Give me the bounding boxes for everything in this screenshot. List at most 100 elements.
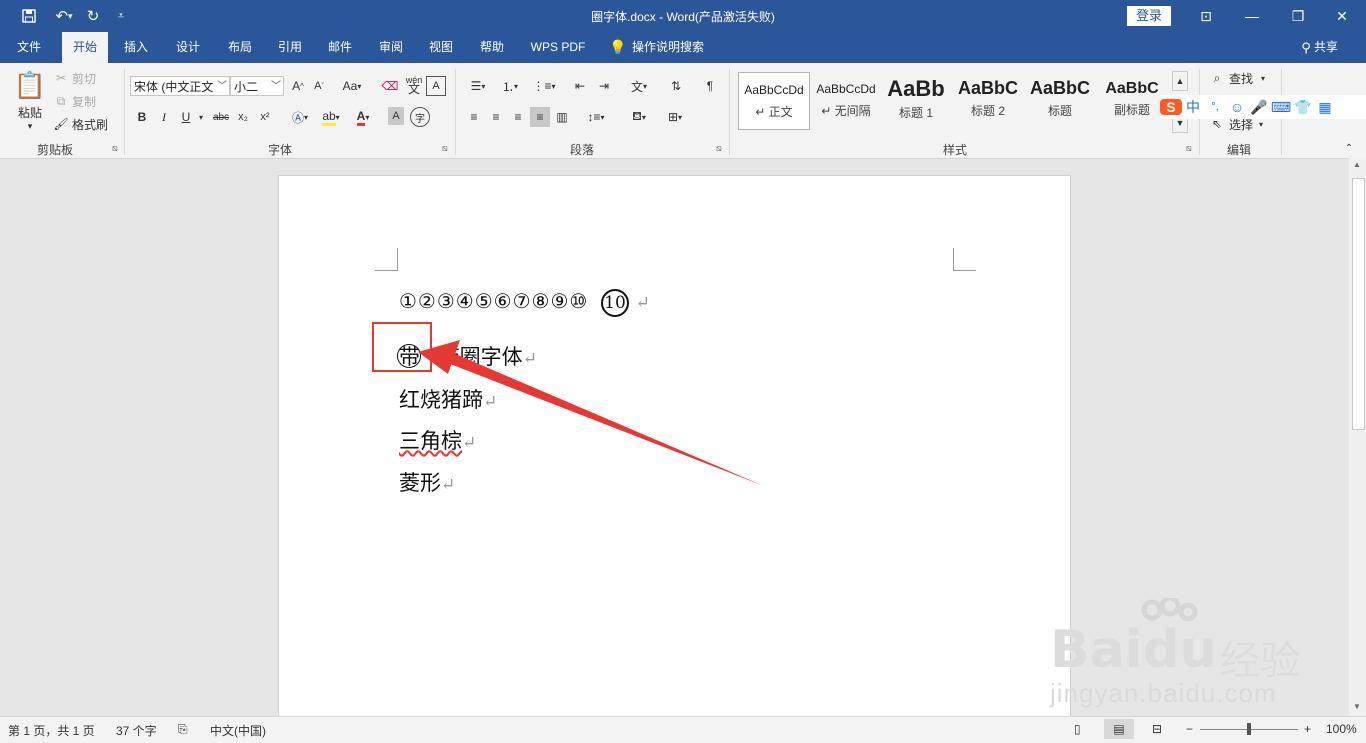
skin-icon[interactable]: 👕 bbox=[1292, 99, 1314, 116]
tab-file[interactable]: 文件 bbox=[6, 32, 52, 63]
close-icon[interactable]: ✕ bbox=[1322, 4, 1362, 28]
bullets-icon[interactable]: ☰ ▾ bbox=[464, 76, 492, 96]
show-marks-icon[interactable]: ¶ bbox=[700, 76, 720, 96]
styles-launcher-icon[interactable]: ⧅ bbox=[1186, 143, 1192, 154]
scroll-thumb[interactable] bbox=[1352, 178, 1365, 430]
tab-references[interactable]: 引用 bbox=[268, 32, 312, 63]
doc-line[interactable]: 菱形↵ bbox=[399, 467, 455, 497]
collapse-ribbon-icon[interactable]: ⌃ bbox=[1340, 141, 1358, 155]
shading-icon[interactable]: ⛾ ▾ bbox=[624, 107, 654, 127]
doc-line-circled-numbers[interactable]: ①②③④⑤⑥⑦⑧⑨⑩ 10 ↵ bbox=[399, 289, 650, 317]
character-border-icon[interactable]: A bbox=[426, 76, 446, 96]
sogou-logo-icon[interactable]: S bbox=[1160, 99, 1182, 115]
shrink-font-icon[interactable]: Aˇ bbox=[310, 76, 328, 96]
subscript-button[interactable]: x₂ bbox=[234, 107, 252, 127]
style-normal[interactable]: AaBbCcDd ↵ 正文 bbox=[738, 72, 810, 130]
highlight-icon[interactable]: ab ▾ bbox=[318, 107, 344, 127]
decrease-indent-icon[interactable]: ⇤ bbox=[570, 76, 590, 96]
doc-line[interactable]: 三角棕↵ bbox=[399, 425, 476, 455]
font-size-select[interactable]: 小二 ﹀ bbox=[230, 76, 284, 96]
paste-button[interactable]: 粘贴 bbox=[12, 103, 48, 121]
styles-scroll-up-icon[interactable]: ▲ bbox=[1172, 71, 1188, 91]
increase-indent-icon[interactable]: ⇥ bbox=[594, 76, 614, 96]
align-center-icon[interactable]: ≡ bbox=[486, 107, 506, 127]
zoom-in-icon[interactable]: + bbox=[1304, 722, 1311, 736]
copy-button[interactable]: 复制 bbox=[70, 92, 98, 110]
sort-icon[interactable]: ⇅ bbox=[666, 76, 686, 96]
toolbox-icon[interactable]: ▦ bbox=[1314, 99, 1336, 116]
distributed-icon[interactable]: ▥ bbox=[552, 107, 572, 127]
zoom-out-icon[interactable]: − bbox=[1186, 722, 1193, 736]
language-status[interactable]: 中文(中国) bbox=[210, 722, 266, 739]
restore-icon[interactable]: ❐ bbox=[1278, 4, 1318, 28]
tab-mailings[interactable]: 邮件 bbox=[318, 32, 362, 63]
font-color-icon[interactable]: A ▾ bbox=[350, 107, 376, 127]
font-launcher-icon[interactable]: ⧅ bbox=[442, 143, 448, 154]
find-button[interactable]: 查找 bbox=[1226, 69, 1256, 87]
justify-icon[interactable]: ≡ bbox=[530, 107, 550, 127]
change-case-button[interactable]: Aa ▾ bbox=[338, 76, 366, 96]
login-button[interactable]: 登录 bbox=[1127, 6, 1171, 26]
superscript-button[interactable]: x² bbox=[256, 107, 274, 127]
borders-icon[interactable]: ⊞ ▾ bbox=[660, 107, 690, 127]
align-left-icon[interactable]: ≡ bbox=[464, 107, 484, 127]
tab-layout[interactable]: 布局 bbox=[218, 32, 262, 63]
tab-wps-pdf[interactable]: WPS PDF bbox=[522, 32, 594, 63]
underline-dropdown-icon[interactable]: ▾ bbox=[196, 107, 206, 127]
align-right-icon[interactable]: ≡ bbox=[508, 107, 528, 127]
format-painter-button[interactable]: 格式刷 bbox=[70, 115, 110, 133]
document-page[interactable]: ①②③④⑤⑥⑦⑧⑨⑩ 10 ↵ 带 带圈字体↵ 红烧猪蹄↵ 三角棕↵ 菱形↵ bbox=[279, 176, 1070, 726]
character-shading-icon[interactable]: A bbox=[388, 107, 404, 125]
microphone-icon[interactable]: 🎤 bbox=[1248, 99, 1270, 116]
bold-button[interactable]: B bbox=[134, 107, 150, 127]
text-effects-icon[interactable]: Ⓐ ▾ bbox=[288, 107, 312, 127]
style-heading-2[interactable]: AaBbC 标题 2 bbox=[955, 72, 1021, 128]
ime-mode[interactable]: 中 bbox=[1182, 97, 1204, 117]
style-no-spacing[interactable]: AaBbCcDd ↵ 无间隔 bbox=[811, 72, 881, 128]
style-title[interactable]: AaBbC 标题 bbox=[1027, 72, 1093, 128]
proofing-icon[interactable]: ⎘ bbox=[178, 722, 188, 737]
grow-font-icon[interactable]: A ^ bbox=[289, 76, 307, 96]
tab-help[interactable]: 帮助 bbox=[470, 32, 514, 63]
strikethrough-button[interactable]: abc bbox=[210, 107, 232, 127]
ribbon-display-icon[interactable]: ⊡ bbox=[1186, 4, 1226, 28]
ime-punctuation[interactable]: °, bbox=[1204, 101, 1226, 113]
tell-me-search[interactable]: 操作说明搜索 bbox=[632, 32, 722, 63]
read-mode-icon[interactable]: ▯ bbox=[1074, 722, 1081, 736]
italic-button[interactable]: I bbox=[156, 107, 172, 127]
scroll-up-icon[interactable]: ▲ bbox=[1353, 160, 1361, 169]
tab-home[interactable]: 开始 bbox=[62, 32, 108, 63]
keyboard-icon[interactable]: ⌨ bbox=[1270, 99, 1292, 116]
zoom-level[interactable]: 100% bbox=[1326, 722, 1357, 736]
paste-icon[interactable]: 📋 bbox=[14, 69, 46, 101]
print-layout-icon[interactable]: ▤ bbox=[1104, 719, 1134, 739]
doc-line[interactable]: 红烧猪蹄↵ bbox=[399, 384, 497, 414]
tab-design[interactable]: 设计 bbox=[166, 32, 210, 63]
clear-format-icon[interactable]: ⌫ bbox=[380, 76, 400, 96]
enclose-characters-icon[interactable]: 字 bbox=[410, 107, 430, 127]
multilevel-list-icon[interactable]: ⋮≡ ▾ bbox=[530, 76, 558, 96]
paste-dropdown-icon[interactable]: ▾ bbox=[20, 120, 40, 132]
scroll-down-icon[interactable]: ▼ bbox=[1353, 702, 1361, 711]
line-spacing-icon[interactable]: ↕≡ ▾ bbox=[582, 107, 610, 127]
asian-layout-icon[interactable]: 文 ▾ bbox=[624, 76, 654, 96]
tab-view[interactable]: 视图 bbox=[419, 32, 463, 63]
minimize-icon[interactable]: — bbox=[1232, 4, 1272, 28]
underline-button[interactable]: U bbox=[178, 107, 194, 127]
phonetic-guide-button[interactable]: wén 文 bbox=[404, 74, 424, 96]
find-dropdown-icon[interactable]: ▾ bbox=[1258, 69, 1268, 87]
zoom-slider-thumb[interactable] bbox=[1247, 723, 1251, 735]
style-heading-1[interactable]: AaBb 标题 1 bbox=[883, 72, 949, 128]
web-layout-icon[interactable]: ⊟ bbox=[1152, 722, 1162, 736]
clipboard-launcher-icon[interactable]: ⧅ bbox=[112, 143, 118, 154]
word-count[interactable]: 37 个字 bbox=[116, 722, 157, 739]
share-button[interactable]: 共享 bbox=[1314, 32, 1350, 63]
paragraph-launcher-icon[interactable]: ⧅ bbox=[716, 143, 722, 154]
tab-review[interactable]: 审阅 bbox=[369, 32, 413, 63]
vertical-scrollbar[interactable]: ▲ ▼ bbox=[1349, 158, 1366, 716]
numbering-icon[interactable]: ⒈ ▾ bbox=[496, 76, 524, 96]
emoji-icon[interactable]: ☺ bbox=[1226, 99, 1248, 115]
page-count[interactable]: 第 1 页，共 1 页 bbox=[8, 722, 95, 739]
cut-button[interactable]: 剪切 bbox=[70, 69, 98, 87]
style-subtitle[interactable]: AaBbC 副标题 bbox=[1099, 72, 1165, 128]
